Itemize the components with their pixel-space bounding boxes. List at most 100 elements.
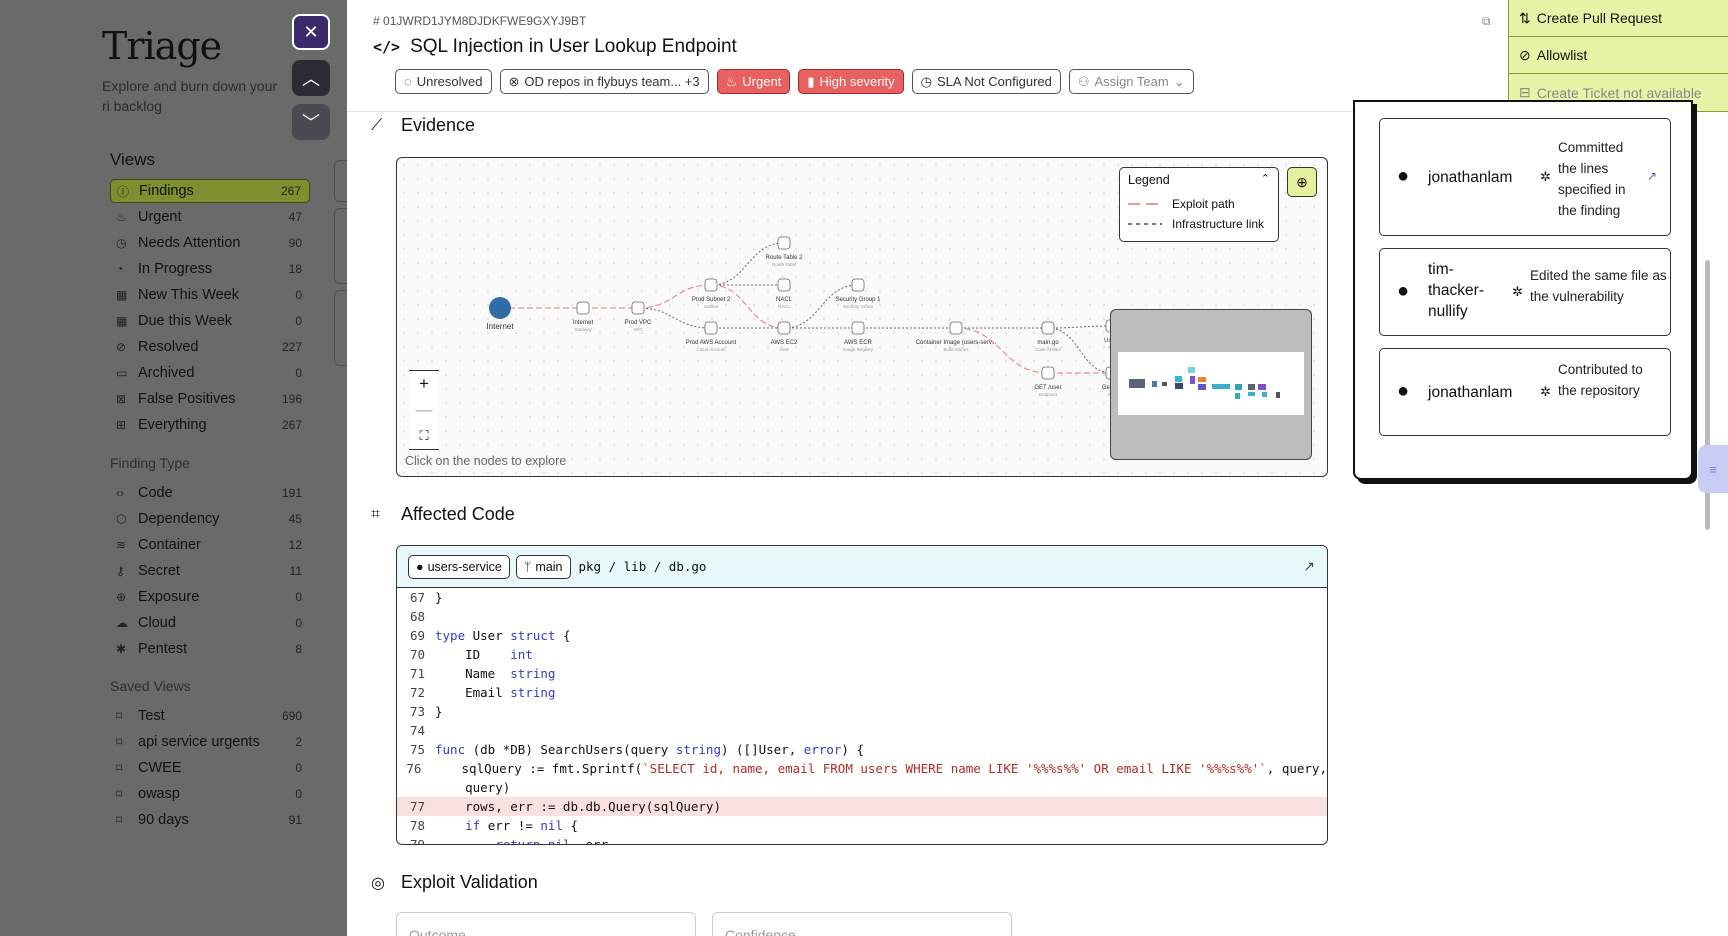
code-line: 77 rows, err := db.db.Query(sqlQuery) [397, 797, 1327, 816]
sidebar-item-count: 196 [281, 392, 302, 406]
severity-chip[interactable]: ▮ High severity [798, 69, 904, 94]
close-button[interactable]: ✕ [292, 14, 330, 50]
graph-node[interactable]: GET /userEndpoint [1034, 366, 1062, 397]
clock-icon: ◷ [920, 73, 932, 89]
code-line: 73} [397, 702, 1327, 721]
line-text: Email string [435, 685, 556, 700]
ticket-icon: ⊟ [1519, 84, 1531, 100]
graph-node[interactable]: Container Image (users-serv...Build Arti… [916, 321, 997, 352]
node-label: main.go [1037, 340, 1059, 346]
fit-view-button[interactable]: ⛶ [409, 423, 439, 449]
sidebar-item-archived[interactable]: ▭ Archived 0 [110, 361, 310, 385]
sidebar-item-cwee[interactable]: ⌑ CWEE 0 [110, 756, 310, 780]
code-line: 70 ID int [397, 645, 1327, 664]
sidebar-item-findings[interactable]: ⓘ Findings 267 [110, 179, 310, 203]
sidebar-item-exposure[interactable]: ⊕ Exposure 0 [110, 585, 310, 609]
sidebar-item-cloud[interactable]: ☁ Cloud 0 [110, 611, 310, 635]
sidebar-item-90-days[interactable]: ⌑ 90 days 91 [110, 808, 310, 832]
outcome-label: Outcome [409, 927, 466, 936]
sidebar-item-secret[interactable]: ⚷ Secret 11 [110, 559, 310, 583]
finding-id: # 01JWRD1JYM8DJDKFWE9GXYJ9BT [373, 14, 586, 28]
graph-node[interactable]: Prod VPCVPC [625, 301, 652, 332]
sidebar-item-needs-attention[interactable]: ◷ Needs Attention 90 [110, 231, 310, 255]
graph-node[interactable]: AWS ECRImage Registry [843, 321, 874, 352]
repo-chip[interactable]: ● users-service [408, 554, 510, 579]
infrastructure-edge [1047, 325, 1113, 329]
outcome-field[interactable]: Outcome [396, 912, 696, 936]
branch-chip[interactable]: ᛘ main [515, 554, 571, 579]
assign-team-dropdown[interactable]: ⚇ Assign Team ⌄ [1068, 69, 1194, 94]
calendar-icon: ▦ [116, 314, 128, 328]
graph-node[interactable]: AWS EC2Host [771, 321, 798, 352]
chevron-up-icon[interactable]: ⌃ [1261, 172, 1270, 185]
graph-minimap[interactable] [1110, 309, 1312, 460]
minimap-node [1248, 384, 1255, 390]
urgency-chip[interactable]: ♨ Urgent [716, 69, 791, 94]
sidebar-item-resolved[interactable]: ⊘ Resolved 227 [110, 335, 310, 359]
side-drawer-tab[interactable]: ≡ [1698, 445, 1728, 493]
allowlist-button[interactable]: ⊘ Allowlist [1508, 37, 1728, 74]
create-pull-request-button[interactable]: ⇅ Create Pull Request [1508, 0, 1728, 37]
repos-chip[interactable]: ⊗ OD repos in flybuys team... +3 [499, 69, 709, 94]
external-link-icon[interactable]: ↗ [1647, 169, 1657, 183]
sidebar-item-api-service-urgents[interactable]: ⌑ api service urgents 2 [110, 730, 310, 754]
sla-chip[interactable]: ◷ SLA Not Configured [911, 69, 1061, 94]
legend-label: Infrastructure link [1172, 217, 1265, 231]
confidence-label: Confidence [725, 927, 796, 936]
alert-circle-icon: ⓘ [117, 184, 130, 199]
graph-node[interactable]: Prod AWS AccountCloud Account [686, 321, 737, 352]
sidebar-item-label: False Positives [138, 391, 236, 407]
legend-title: Legend [1128, 173, 1170, 187]
sidebar-item-in-progress[interactable]: ◔ In Progress 18 [110, 257, 310, 281]
minimap-node [1276, 392, 1280, 398]
minimap-node [1162, 382, 1167, 386]
sidebar-item-due-this-week[interactable]: ▦ Due this Week 0 [110, 309, 310, 333]
graph-node[interactable]: NACLNACL [776, 278, 793, 309]
next-finding-button[interactable]: ﹀ [292, 104, 330, 140]
sidebar-item-test[interactable]: ⌑ Test 690 [110, 704, 310, 728]
sidebar-item-everything[interactable]: ⊞ Everything 267 [110, 413, 310, 437]
copy-icon[interactable]: ⧉ [1482, 14, 1491, 29]
github-icon: ● [416, 559, 424, 574]
node-sublabel: Subnet [704, 304, 719, 309]
graph-node[interactable]: Prod Subnet 2Subnet [692, 278, 731, 309]
attack-graph[interactable]: Internet Internet Gateway Prod VPC VPC Prod S… [396, 157, 1328, 477]
zoom-in-button[interactable]: + [409, 371, 439, 397]
repo-name: users-service [427, 559, 502, 574]
zoom-in-search-icon[interactable]: ⊕ [1287, 167, 1317, 197]
code-lines: 67} 68 69 type User struct {70 ID int 71 Nam… [397, 588, 1327, 844]
zoom-out-button[interactable]: — [409, 397, 439, 423]
graph-node[interactable]: Internet [486, 297, 514, 331]
external-link-icon[interactable]: ↗ [1303, 558, 1315, 575]
minimap-node [1258, 384, 1266, 390]
sidebar-item-urgent[interactable]: ♨ Urgent 47 [110, 205, 310, 229]
contributor-card[interactable]: ● tim-thacker-nullify ✲ Edited the same fil… [1379, 248, 1671, 336]
sidebar-item-false-positives[interactable]: ⊠ False Positives 196 [110, 387, 310, 411]
graph-node[interactable]: Route Table 2Route Table [766, 236, 804, 267]
sidebar-item-container[interactable]: ≋ Container 12 [110, 533, 310, 557]
sidebar-item-owasp[interactable]: ⌑ owasp 0 [110, 782, 310, 806]
calendar-icon: ▦ [116, 288, 128, 302]
sidebar-item-new-this-week[interactable]: ▦ New This Week 0 [110, 283, 310, 307]
git-pull-request-icon: ⇅ [1519, 9, 1531, 26]
graph-legend[interactable]: Legend ⌃ Exploit path Infrastructure lin… [1119, 167, 1279, 242]
sidebar-item-dependency[interactable]: ⬡ Dependency 45 [110, 507, 310, 531]
code-line: 68 [397, 607, 1327, 626]
confidence-field[interactable]: Confidence [712, 912, 1012, 936]
line-number: 74 [409, 723, 425, 738]
node-box [1041, 321, 1055, 335]
git-branch-icon: ᛘ [523, 559, 532, 574]
graph-node[interactable]: InternetGateway [573, 301, 594, 332]
status-chip[interactable]: ◌ Unresolved [395, 69, 492, 94]
contributor-card[interactable]: ● jonathanlam ✲ Committed the lines specifi… [1379, 118, 1671, 236]
archive-icon: ▭ [116, 366, 128, 380]
background-card-edge [334, 160, 348, 202]
sidebar-item-pentest[interactable]: ✱ Pentest 8 [110, 637, 310, 661]
graph-node[interactable]: Security Group 1Security Group [835, 278, 881, 309]
previous-finding-button[interactable]: ︿ [292, 60, 330, 96]
sidebar-item-code[interactable]: ‹› Code 191 [110, 481, 310, 505]
contributor-card[interactable]: ● jonathanlam ✲ Contributed to the reposito… [1379, 348, 1671, 436]
minimap-node [1198, 384, 1206, 390]
node-sublabel: Build Artifact [943, 347, 969, 352]
graph-node[interactable]: main.goCode Artifact [1035, 321, 1062, 352]
